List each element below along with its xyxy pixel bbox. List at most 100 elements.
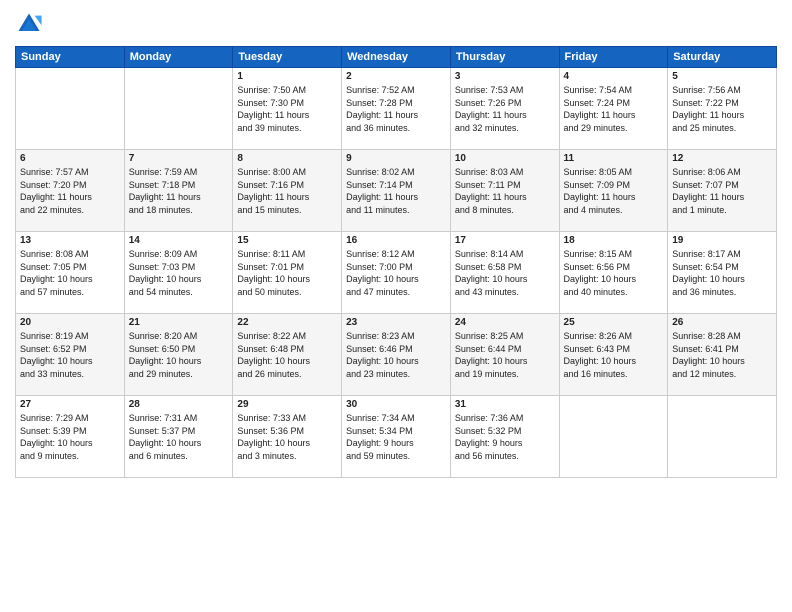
day-info: Sunrise: 7:52 AM Sunset: 7:28 PM Dayligh…	[346, 84, 446, 134]
day-info: Sunrise: 7:54 AM Sunset: 7:24 PM Dayligh…	[564, 84, 664, 134]
day-info: Sunrise: 8:06 AM Sunset: 7:07 PM Dayligh…	[672, 166, 772, 216]
calendar-cell: 14 Sunrise: 8:09 AM Sunset: 7:03 PM Dayli…	[124, 232, 233, 314]
page: SundayMondayTuesdayWednesdayThursdayFrid…	[0, 0, 792, 612]
calendar-cell: 28 Sunrise: 7:31 AM Sunset: 5:37 PM Dayli…	[124, 396, 233, 478]
calendar-body: 1 Sunrise: 7:50 AM Sunset: 7:30 PM Daylig…	[16, 68, 777, 478]
day-info: Sunrise: 8:19 AM Sunset: 6:52 PM Dayligh…	[20, 330, 120, 380]
day-number: 17	[455, 235, 555, 246]
day-info: Sunrise: 7:56 AM Sunset: 7:22 PM Dayligh…	[672, 84, 772, 134]
column-header-thursday: Thursday	[450, 47, 559, 68]
column-header-sunday: Sunday	[16, 47, 125, 68]
day-info: Sunrise: 8:08 AM Sunset: 7:05 PM Dayligh…	[20, 248, 120, 298]
calendar-cell: 16Sunrise: 8:12 AM Sunset: 7:00 PM Dayli…	[342, 232, 451, 314]
day-info: Sunrise: 8:00 AM Sunset: 7:16 PM Dayligh…	[237, 166, 337, 216]
day-number: 23	[346, 317, 446, 328]
day-number: 2	[346, 71, 446, 82]
day-info: Sunrise: 8:17 AM Sunset: 6:54 PM Dayligh…	[672, 248, 772, 298]
day-info: Sunrise: 8:05 AM Sunset: 7:09 PM Dayligh…	[564, 166, 664, 216]
day-number: 24	[455, 317, 555, 328]
calendar-cell: 25Sunrise: 8:26 AM Sunset: 6:43 PM Dayli…	[559, 314, 668, 396]
day-info: Sunrise: 8:15 AM Sunset: 6:56 PM Dayligh…	[564, 248, 664, 298]
calendar-week-row: 20Sunrise: 8:19 AM Sunset: 6:52 PM Dayli…	[16, 314, 777, 396]
calendar-cell: 29Sunrise: 7:33 AM Sunset: 5:36 PM Dayli…	[233, 396, 342, 478]
day-info: Sunrise: 8:28 AM Sunset: 6:41 PM Dayligh…	[672, 330, 772, 380]
day-number: 13	[20, 235, 120, 246]
day-number: 1	[237, 71, 337, 82]
calendar-cell: 3 Sunrise: 7:53 AM Sunset: 7:26 PM Daylig…	[450, 68, 559, 150]
calendar-cell: 9 Sunrise: 8:02 AM Sunset: 7:14 PM Daylig…	[342, 150, 451, 232]
calendar-cell: 2 Sunrise: 7:52 AM Sunset: 7:28 PM Daylig…	[342, 68, 451, 150]
day-info: Sunrise: 7:50 AM Sunset: 7:30 PM Dayligh…	[237, 84, 337, 134]
day-info: Sunrise: 7:36 AM Sunset: 5:32 PM Dayligh…	[455, 412, 555, 462]
day-info: Sunrise: 8:23 AM Sunset: 6:46 PM Dayligh…	[346, 330, 446, 380]
day-number: 15	[237, 235, 337, 246]
day-info: Sunrise: 8:09 AM Sunset: 7:03 PM Dayligh…	[129, 248, 229, 298]
day-number: 22	[237, 317, 337, 328]
header	[15, 10, 777, 38]
calendar-header: SundayMondayTuesdayWednesdayThursdayFrid…	[16, 47, 777, 68]
day-number: 31	[455, 399, 555, 410]
day-number: 9	[346, 153, 446, 164]
day-info: Sunrise: 8:11 AM Sunset: 7:01 PM Dayligh…	[237, 248, 337, 298]
logo	[15, 10, 47, 38]
calendar-cell: 22 Sunrise: 8:22 AM Sunset: 6:48 PM Dayli…	[233, 314, 342, 396]
calendar-cell: 6 Sunrise: 7:57 AM Sunset: 7:20 PM Daylig…	[16, 150, 125, 232]
day-info: Sunrise: 7:53 AM Sunset: 7:26 PM Dayligh…	[455, 84, 555, 134]
calendar-cell: 12 Sunrise: 8:06 AM Sunset: 7:07 PM Dayli…	[668, 150, 777, 232]
calendar-cell: 23 Sunrise: 8:23 AM Sunset: 6:46 PM Dayli…	[342, 314, 451, 396]
calendar-cell: 24 Sunrise: 8:25 AM Sunset: 6:44 PM Dayli…	[450, 314, 559, 396]
calendar-cell: 30 Sunrise: 7:34 AM Sunset: 5:34 PM Dayli…	[342, 396, 451, 478]
day-number: 11	[564, 153, 664, 164]
day-info: Sunrise: 8:25 AM Sunset: 6:44 PM Dayligh…	[455, 330, 555, 380]
calendar-week-row: 1 Sunrise: 7:50 AM Sunset: 7:30 PM Daylig…	[16, 68, 777, 150]
calendar-cell	[559, 396, 668, 478]
calendar-cell: 21 Sunrise: 8:20 AM Sunset: 6:50 PM Dayli…	[124, 314, 233, 396]
calendar-week-row: 13 Sunrise: 8:08 AM Sunset: 7:05 PM Dayli…	[16, 232, 777, 314]
calendar-cell: 27 Sunrise: 7:29 AM Sunset: 5:39 PM Dayli…	[16, 396, 125, 478]
day-number: 12	[672, 153, 772, 164]
day-number: 28	[129, 399, 229, 410]
column-header-saturday: Saturday	[668, 47, 777, 68]
day-number: 29	[237, 399, 337, 410]
calendar-cell: 20Sunrise: 8:19 AM Sunset: 6:52 PM Dayli…	[16, 314, 125, 396]
calendar-table: SundayMondayTuesdayWednesdayThursdayFrid…	[15, 46, 777, 478]
day-number: 14	[129, 235, 229, 246]
day-number: 3	[455, 71, 555, 82]
day-number: 6	[20, 153, 120, 164]
day-info: Sunrise: 7:59 AM Sunset: 7:18 PM Dayligh…	[129, 166, 229, 216]
calendar-cell: 8 Sunrise: 8:00 AM Sunset: 7:16 PM Daylig…	[233, 150, 342, 232]
day-number: 8	[237, 153, 337, 164]
day-info: Sunrise: 7:34 AM Sunset: 5:34 PM Dayligh…	[346, 412, 446, 462]
day-number: 4	[564, 71, 664, 82]
day-number: 30	[346, 399, 446, 410]
calendar-cell: 10Sunrise: 8:03 AM Sunset: 7:11 PM Dayli…	[450, 150, 559, 232]
day-info: Sunrise: 7:31 AM Sunset: 5:37 PM Dayligh…	[129, 412, 229, 462]
day-number: 21	[129, 317, 229, 328]
calendar-cell	[668, 396, 777, 478]
column-header-friday: Friday	[559, 47, 668, 68]
day-number: 5	[672, 71, 772, 82]
calendar-cell: 31 Sunrise: 7:36 AM Sunset: 5:32 PM Dayli…	[450, 396, 559, 478]
calendar-week-row: 6 Sunrise: 7:57 AM Sunset: 7:20 PM Daylig…	[16, 150, 777, 232]
calendar-cell: 13 Sunrise: 8:08 AM Sunset: 7:05 PM Dayli…	[16, 232, 125, 314]
day-info: Sunrise: 8:03 AM Sunset: 7:11 PM Dayligh…	[455, 166, 555, 216]
logo-icon	[15, 10, 43, 38]
calendar-week-row: 27 Sunrise: 7:29 AM Sunset: 5:39 PM Dayli…	[16, 396, 777, 478]
day-number: 27	[20, 399, 120, 410]
day-info: Sunrise: 8:22 AM Sunset: 6:48 PM Dayligh…	[237, 330, 337, 380]
day-number: 26	[672, 317, 772, 328]
day-info: Sunrise: 7:29 AM Sunset: 5:39 PM Dayligh…	[20, 412, 120, 462]
day-info: Sunrise: 8:02 AM Sunset: 7:14 PM Dayligh…	[346, 166, 446, 216]
column-header-wednesday: Wednesday	[342, 47, 451, 68]
calendar-cell: 19 Sunrise: 8:17 AM Sunset: 6:54 PM Dayli…	[668, 232, 777, 314]
day-info: Sunrise: 8:14 AM Sunset: 6:58 PM Dayligh…	[455, 248, 555, 298]
column-header-monday: Monday	[124, 47, 233, 68]
day-info: Sunrise: 7:57 AM Sunset: 7:20 PM Dayligh…	[20, 166, 120, 216]
calendar-cell	[16, 68, 125, 150]
calendar-cell: 5 Sunrise: 7:56 AM Sunset: 7:22 PM Daylig…	[668, 68, 777, 150]
day-number: 16	[346, 235, 446, 246]
day-info: Sunrise: 8:20 AM Sunset: 6:50 PM Dayligh…	[129, 330, 229, 380]
day-number: 7	[129, 153, 229, 164]
day-info: Sunrise: 8:26 AM Sunset: 6:43 PM Dayligh…	[564, 330, 664, 380]
day-number: 19	[672, 235, 772, 246]
